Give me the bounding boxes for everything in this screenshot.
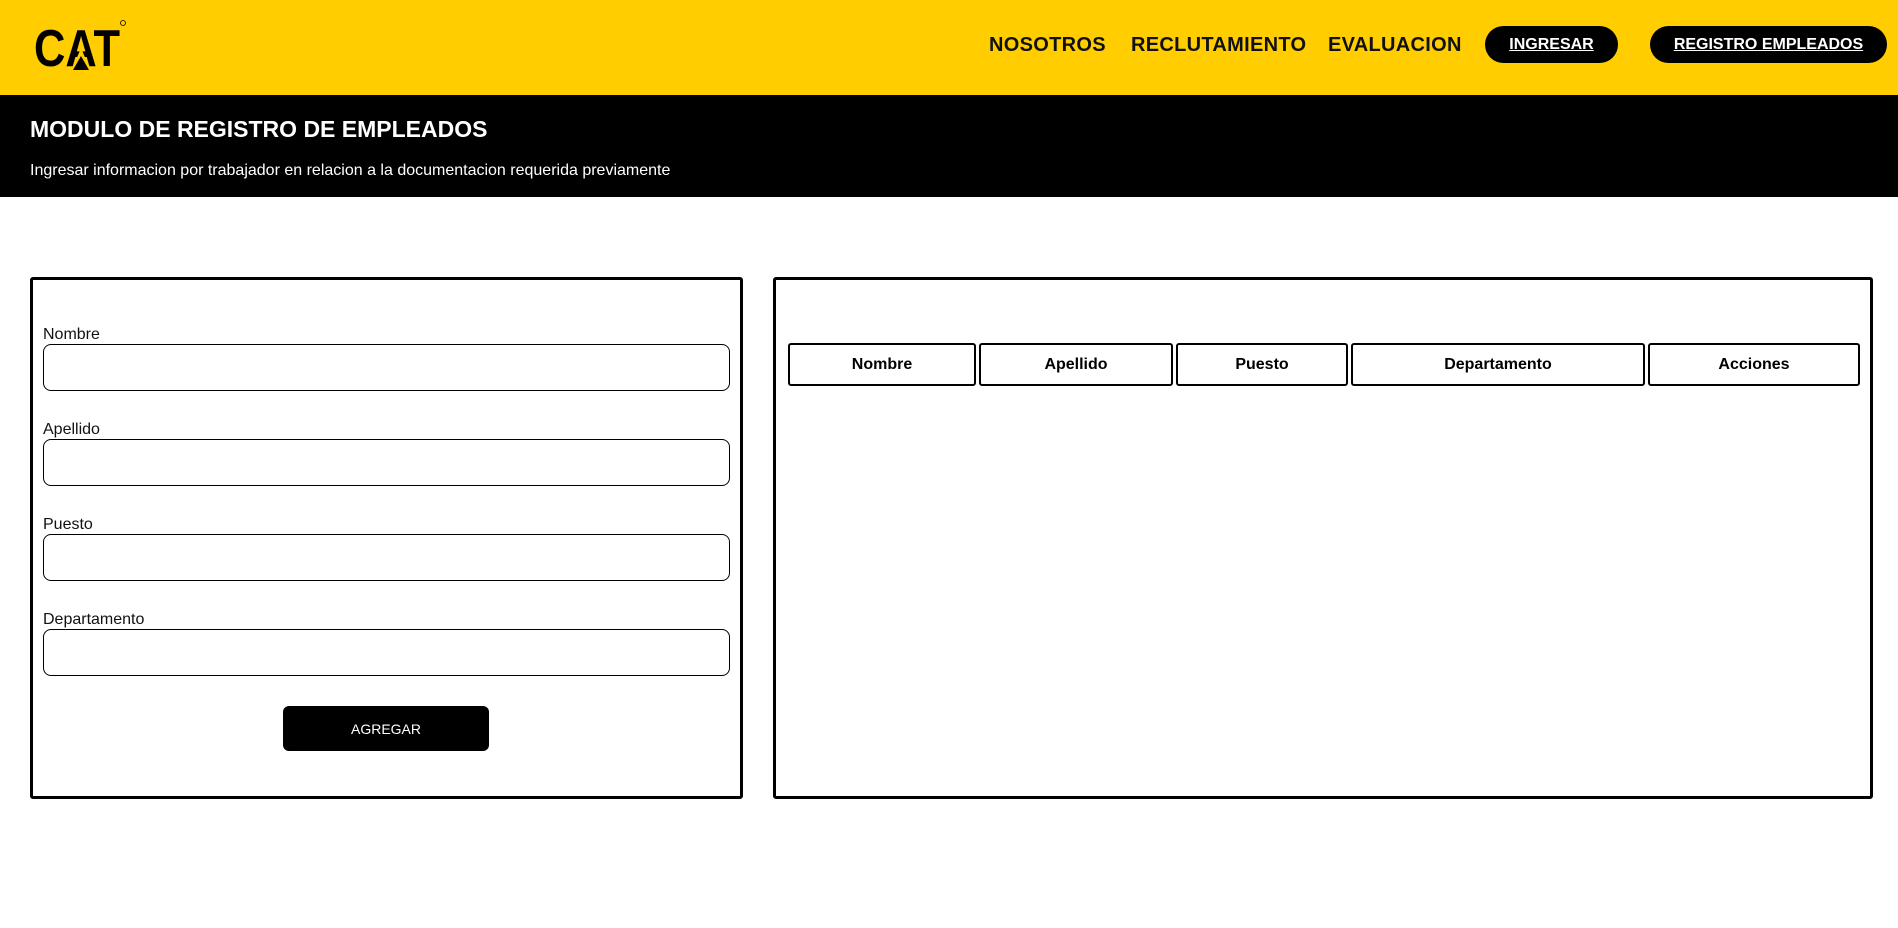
employee-form: Nombre Apellido Puesto Departamento AGRE… <box>30 277 743 799</box>
nav-evaluacion[interactable]: EVALUACION <box>1328 33 1462 57</box>
nombre-input[interactable] <box>43 344 730 391</box>
top-navbar: CAT NOSOTROS RECLUTAMIENTO EVALUACION IN… <box>0 0 1898 95</box>
nombre-label: Nombre <box>43 326 100 343</box>
registro-empleados-button[interactable]: REGISTRO EMPLEADOS <box>1650 26 1887 63</box>
employees-table: Nombre Apellido Puesto Departamento Acci… <box>773 277 1873 799</box>
departamento-label: Departamento <box>43 611 145 628</box>
cat-logo[interactable]: CAT <box>34 18 126 74</box>
puesto-label: Puesto <box>43 516 93 533</box>
apellido-input[interactable] <box>43 439 730 486</box>
column-header-acciones: Acciones <box>1648 343 1860 386</box>
column-header-apellido: Apellido <box>979 343 1173 386</box>
page-title: MODULO DE REGISTRO DE EMPLEADOS <box>30 116 488 142</box>
nav-reclutamiento[interactable]: RECLUTAMIENTO <box>1131 33 1306 57</box>
column-header-departamento: Departamento <box>1351 343 1645 386</box>
column-header-nombre: Nombre <box>788 343 976 386</box>
nav-nosotros[interactable]: NOSOTROS <box>989 33 1106 57</box>
page-subtitle: Ingresar informacion por trabajador en r… <box>30 162 671 179</box>
apellido-label: Apellido <box>43 421 100 438</box>
column-header-puesto: Puesto <box>1176 343 1348 386</box>
agregar-button[interactable]: AGREGAR <box>283 706 489 751</box>
puesto-input[interactable] <box>43 534 730 581</box>
page-banner: MODULO DE REGISTRO DE EMPLEADOS Ingresar… <box>0 95 1898 197</box>
ingresar-button[interactable]: INGRESAR <box>1485 26 1618 63</box>
departamento-input[interactable] <box>43 629 730 676</box>
